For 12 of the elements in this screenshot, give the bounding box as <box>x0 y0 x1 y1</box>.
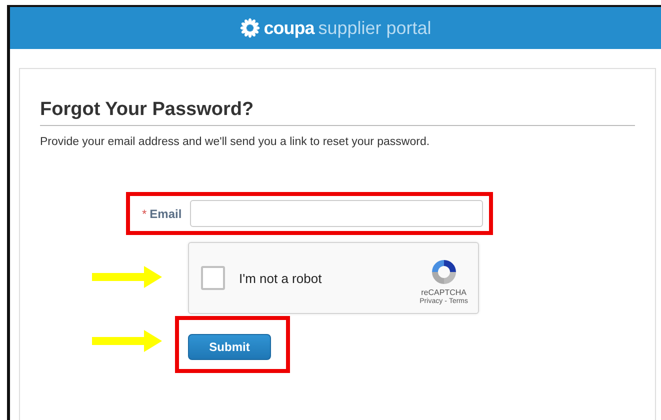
required-mark: * <box>142 206 147 220</box>
captcha-label: I'm not a robot <box>239 270 322 286</box>
recaptcha-brand: reCAPTCHA <box>421 288 466 297</box>
email-label: Email <box>150 206 182 220</box>
brand-name: coupa <box>264 18 314 38</box>
page-title: Forgot Your Password? <box>40 99 635 126</box>
email-field[interactable] <box>190 200 483 227</box>
captcha-checkbox[interactable] <box>201 266 225 290</box>
flower-logo-icon <box>240 18 260 38</box>
instructions-text: Provide your email address and we'll send you a link to reset your password. <box>40 136 431 148</box>
product-name: supplier portal <box>318 18 432 38</box>
submit-button[interactable]: Submit <box>188 334 271 360</box>
